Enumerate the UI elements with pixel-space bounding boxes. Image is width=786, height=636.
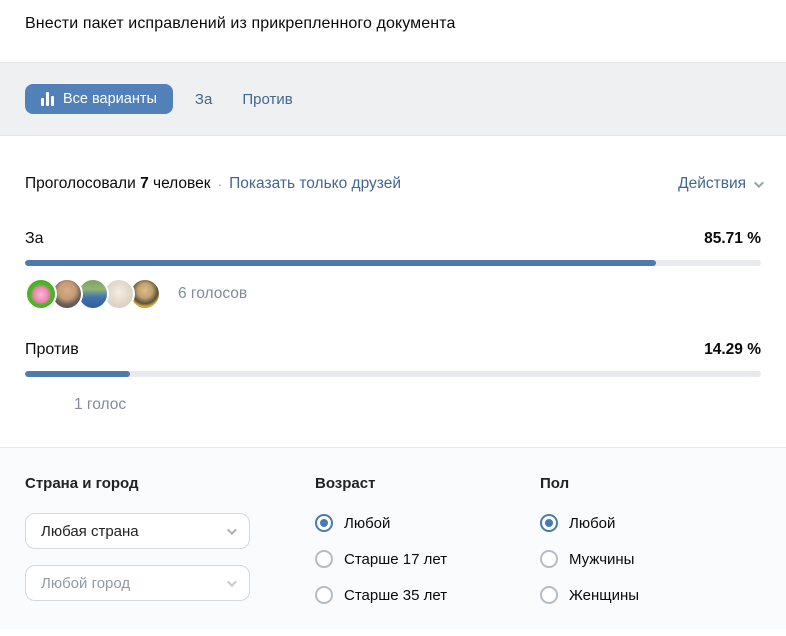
actions-dropdown[interactable]: Действия: [678, 175, 764, 193]
city-select-placeholder: Любой город: [41, 574, 131, 592]
option-row-for: За 85.71 %: [25, 230, 761, 248]
show-friends-only-link[interactable]: Показать только друзей: [229, 175, 401, 193]
age-option-any[interactable]: Любой: [315, 513, 540, 533]
option-label-for: За: [25, 230, 44, 247]
voted-summary: Проголосовали 7 человек · Показать тольк…: [25, 175, 401, 193]
filters-section: Страна и город Любая страна Любой город …: [0, 447, 786, 629]
age-option-over-17[interactable]: Старше 17 лет: [315, 549, 540, 569]
tab-for[interactable]: За: [195, 91, 212, 108]
radio-unchecked-icon: [315, 550, 333, 568]
gender-option-women[interactable]: Женщины: [540, 585, 761, 605]
voted-count-text: Проголосовали 7 человек: [25, 175, 211, 192]
country-select[interactable]: Любая страна: [25, 513, 250, 549]
gender-option-any[interactable]: Любой: [540, 513, 761, 533]
gender-filter-label: Пол: [540, 475, 570, 492]
progress-fill-against: [25, 371, 131, 377]
progress-fill-for: [25, 260, 656, 266]
radio-unchecked-icon: [315, 586, 333, 604]
tab-all-options[interactable]: Все варианты: [25, 84, 173, 114]
filter-age-column: Возраст Любой Старше 17 лет Старше 35 ле…: [315, 475, 540, 629]
dot-separator: ·: [217, 176, 223, 192]
filter-location-column: Страна и город Любая страна Любой город: [25, 475, 315, 629]
radio-checked-icon: [540, 514, 558, 532]
option-label-against: Против: [25, 341, 79, 358]
tab-all-options-label: Все варианты: [63, 91, 157, 107]
voted-count: 7: [140, 175, 149, 192]
filter-gender-column: Пол Любой Мужчины Женщины: [540, 475, 761, 629]
radio-unchecked-icon: [540, 586, 558, 604]
progress-bar-for: [25, 260, 761, 266]
chevron-down-icon: [753, 177, 764, 188]
location-filter-label: Страна и город: [25, 475, 139, 492]
poll-header: Внести пакет исправлений из прикрепленно…: [0, 0, 786, 62]
age-option-over-35[interactable]: Старше 35 лет: [315, 585, 540, 605]
tabs-bar: Все варианты За Против: [0, 62, 786, 136]
bar-chart-icon: [41, 92, 54, 106]
poll-results-page: Внести пакет исправлений из прикрепленно…: [0, 0, 786, 636]
gender-option-men[interactable]: Мужчины: [540, 549, 761, 569]
city-select[interactable]: Любой город: [25, 565, 250, 601]
chevron-down-icon: [226, 576, 237, 587]
progress-bar-against: [25, 371, 761, 377]
voter-avatar[interactable]: [25, 278, 57, 310]
poll-title: Внести пакет исправлений из прикрепленно…: [25, 15, 456, 32]
option-percent-against: 14.29 %: [704, 341, 761, 358]
option-row-against: Против 14.29 %: [25, 341, 761, 359]
voter-avatar[interactable]: [25, 389, 57, 421]
actions-label: Действия: [678, 175, 746, 192]
age-filter-label: Возраст: [315, 475, 376, 492]
voter-avatars: [25, 278, 161, 310]
radio-checked-icon: [315, 514, 333, 532]
country-select-value: Любая страна: [41, 522, 139, 540]
option-percent-for: 85.71 %: [704, 230, 761, 247]
chevron-down-icon: [226, 524, 237, 535]
votes-count-for: 6 голосов: [178, 285, 248, 302]
tab-against[interactable]: Против: [242, 91, 292, 108]
radio-unchecked-icon: [540, 550, 558, 568]
poll-results-content: Проголосовали 7 человек · Показать тольк…: [0, 136, 786, 421]
voter-avatars: [25, 389, 57, 421]
voters-row-for: 6 голосов: [25, 278, 761, 310]
voters-row-against: 1 голос: [25, 389, 761, 421]
votes-count-against: 1 голос: [74, 396, 127, 413]
meta-row: Проголосовали 7 человек · Показать тольк…: [25, 175, 764, 193]
